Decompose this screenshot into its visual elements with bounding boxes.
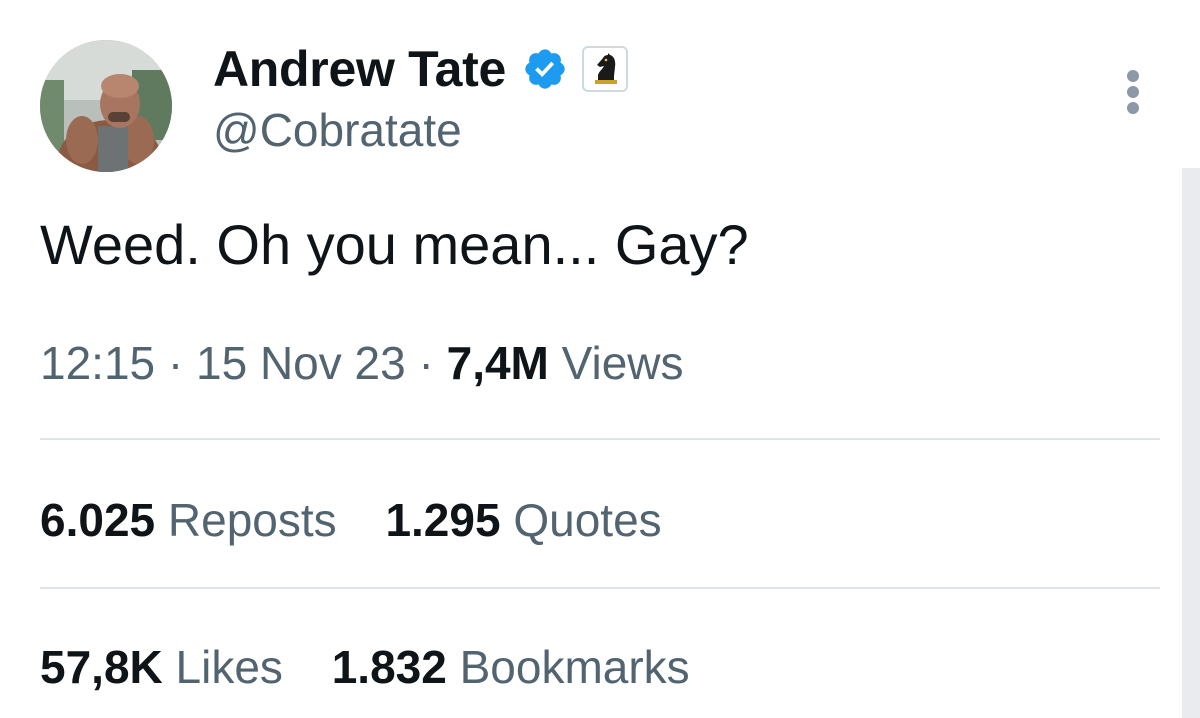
- avatar-image: [40, 40, 172, 172]
- more-options-icon[interactable]: [1118, 70, 1148, 114]
- tweet-time[interactable]: 12:15: [40, 337, 155, 389]
- bookmarks-count: 1.832: [331, 641, 447, 693]
- author-display-name[interactable]: Andrew Tate: [213, 40, 506, 98]
- likes-stat[interactable]: 57,8K Likes: [40, 640, 283, 694]
- reposts-stat[interactable]: 6.025 Reposts: [40, 493, 337, 547]
- bookmarks-stat[interactable]: 1.832 Bookmarks: [332, 640, 690, 694]
- likes-count: 57,8K: [40, 641, 163, 693]
- chess-knight-icon[interactable]: [582, 46, 629, 92]
- views-count: 7,4M: [446, 337, 549, 389]
- divider: [40, 587, 1160, 589]
- author-handle[interactable]: @Cobratate: [213, 103, 462, 157]
- divider: [40, 438, 1160, 440]
- author-name-row: Andrew Tate: [213, 38, 629, 100]
- bookmarks-label: Bookmarks: [459, 641, 690, 693]
- reposts-count: 6.025: [40, 494, 156, 546]
- meta-separator: ·: [418, 337, 434, 389]
- verified-check-icon[interactable]: [522, 46, 568, 92]
- quotes-count: 1.295: [385, 494, 501, 546]
- meta-separator: ·: [167, 337, 184, 389]
- avatar[interactable]: [40, 40, 172, 172]
- stats-row-engagement: 57,8K Likes 1.832 Bookmarks: [40, 640, 726, 694]
- scrollbar[interactable]: [1182, 168, 1200, 718]
- tweet-text: Weed. Oh you mean... Gay?: [40, 213, 749, 276]
- views-label: Views: [561, 337, 684, 389]
- likes-label: Likes: [175, 641, 283, 693]
- quotes-stat[interactable]: 1.295 Quotes: [385, 493, 661, 547]
- quotes-label: Quotes: [513, 494, 662, 546]
- reposts-label: Reposts: [167, 494, 337, 546]
- stats-row-shares: 6.025 Reposts 1.295 Quotes: [40, 493, 698, 547]
- tweet-detail: Andrew Tate @Cobratate Weed. Oh you mean…: [0, 0, 1200, 718]
- tweet-date[interactable]: 15 Nov 23: [196, 337, 406, 389]
- tweet-meta: 12:15 · 15 Nov 23 · 7,4M Views: [40, 336, 684, 390]
